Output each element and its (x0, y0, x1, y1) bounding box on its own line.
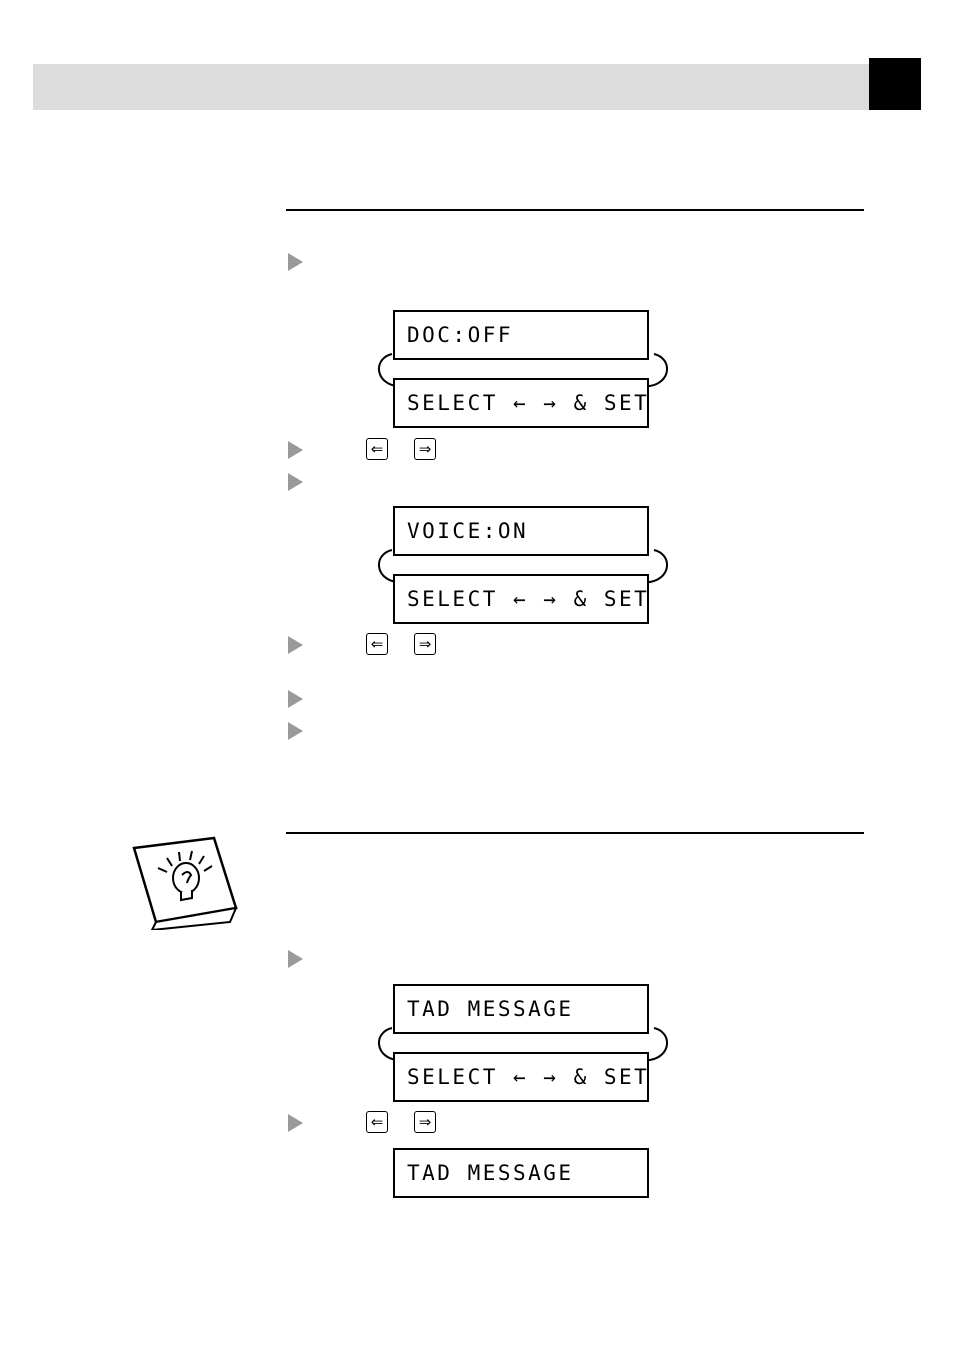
key-left-2[interactable]: ⇐ (366, 633, 388, 655)
step-marker-6 (288, 722, 303, 740)
step-marker-8 (288, 1114, 303, 1132)
lcd-doc-off: DOC:OFF (393, 310, 649, 360)
page-header-band (33, 64, 921, 110)
step-marker-1 (288, 253, 303, 271)
key-right-3[interactable]: ⇒ (414, 1111, 436, 1133)
key-left-3[interactable]: ⇐ (366, 1111, 388, 1133)
step-marker-7 (288, 950, 303, 968)
lcd-select-set-3: SELECT ← → & SET (393, 1052, 649, 1102)
page-header-tab (869, 58, 921, 110)
key-left-1[interactable]: ⇐ (366, 438, 388, 460)
rule-top (286, 209, 864, 211)
rule-middle (286, 832, 864, 834)
step-marker-2 (288, 441, 303, 459)
lcd-select-set-1: SELECT ← → & SET (393, 378, 649, 428)
lcd-tad-message-2: TAD MESSAGE (393, 1148, 649, 1198)
step-marker-3 (288, 473, 303, 491)
lcd-voice-on: VOICE:ON (393, 506, 649, 556)
step-marker-4 (288, 636, 303, 654)
key-right-2[interactable]: ⇒ (414, 633, 436, 655)
key-right-1[interactable]: ⇒ (414, 438, 436, 460)
tip-lightbulb-note (132, 836, 238, 930)
lcd-tad-message-1: TAD MESSAGE (393, 984, 649, 1034)
step-marker-5 (288, 690, 303, 708)
lcd-select-set-2: SELECT ← → & SET (393, 574, 649, 624)
